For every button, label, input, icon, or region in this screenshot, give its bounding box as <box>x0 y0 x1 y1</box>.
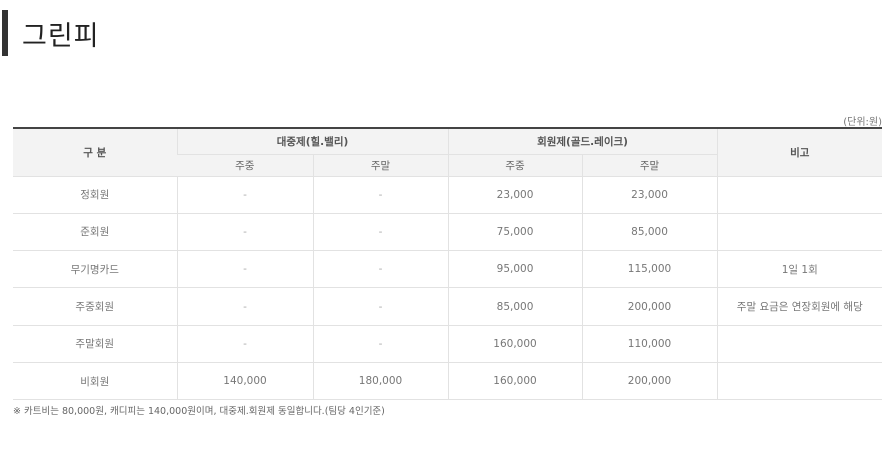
public-weekend-fee: - <box>312 176 449 214</box>
public-weekday-fee: - <box>176 250 313 289</box>
member-weekday-fee: 160,000 <box>447 362 583 401</box>
header-public-weekend: 주말 <box>312 154 449 177</box>
public-weekday-fee: - <box>176 325 313 363</box>
table-row: 비회원 140,000 180,000 160,000 200,000 <box>13 362 883 401</box>
member-weekday-fee: 23,000 <box>447 176 583 214</box>
header-member-weekday: 주중 <box>447 154 583 177</box>
header-member-weekend: 주말 <box>581 154 718 177</box>
remarks-cell <box>716 325 883 363</box>
table-body: 정회원 - - 23,000 23,000 준회원 - - 75,000 85,… <box>13 176 883 401</box>
public-weekend-fee: - <box>312 213 449 252</box>
table-row: 무기명카드 - - 95,000 115,000 1일 1회 <box>13 250 883 289</box>
remarks-cell: 1일 1회 <box>716 250 883 289</box>
public-weekend-fee: 180,000 <box>312 362 449 401</box>
public-weekday-fee: - <box>176 287 313 326</box>
remarks-cell <box>716 213 883 252</box>
row-name: 주중회원 <box>13 287 177 326</box>
table-header: 구 분 대중제(힐.밸리) 회원제(골드.레이크) 비고 주중 주말 주중 주말 <box>13 128 883 177</box>
row-name: 무기명카드 <box>13 250 177 289</box>
public-weekday-fee: - <box>176 213 313 252</box>
member-weekend-fee: 200,000 <box>581 362 718 401</box>
row-name: 정회원 <box>13 176 177 214</box>
table-row: 주말회원 - - 160,000 110,000 <box>13 325 883 363</box>
table-row: 정회원 - - 23,000 23,000 <box>13 176 883 214</box>
header-category: 구 분 <box>13 128 177 177</box>
table-row: 주중회원 - - 85,000 200,000 주말 요금은 연장회원에 해당 <box>13 287 883 326</box>
header-public-group: 대중제(힐.밸리) <box>176 128 449 155</box>
remarks-cell: 주말 요금은 연장회원에 해당 <box>716 287 883 326</box>
member-weekday-fee: 85,000 <box>447 287 583 326</box>
member-weekend-fee: 23,000 <box>581 176 718 214</box>
member-weekday-fee: 160,000 <box>447 325 583 363</box>
row-name: 준회원 <box>13 213 177 252</box>
public-weekday-fee: - <box>176 176 313 214</box>
page-title: 그린피 <box>22 20 100 52</box>
public-weekday-fee: 140,000 <box>176 362 313 401</box>
row-name: 비회원 <box>13 362 177 401</box>
header-remarks: 비고 <box>716 128 883 177</box>
unit-label: (단위:원) <box>843 117 882 128</box>
page-title-block: 그린피 <box>2 10 100 56</box>
remarks-cell <box>716 362 883 401</box>
public-weekend-fee: - <box>312 250 449 289</box>
row-name: 주말회원 <box>13 325 177 363</box>
public-weekend-fee: - <box>312 287 449 326</box>
remarks-cell <box>716 176 883 214</box>
title-accent-bar <box>2 10 8 56</box>
green-fee-table: 구 분 대중제(힐.밸리) 회원제(골드.레이크) 비고 주중 주말 주중 주말… <box>13 127 883 401</box>
member-weekday-fee: 75,000 <box>447 213 583 252</box>
public-weekend-fee: - <box>312 325 449 363</box>
member-weekend-fee: 200,000 <box>581 287 718 326</box>
header-public-weekday: 주중 <box>177 154 313 177</box>
footnote: ※ 카트비는 80,000원, 캐디피는 140,000원이며, 대중제.회원제… <box>13 406 385 417</box>
member-weekend-fee: 115,000 <box>581 250 718 289</box>
header-member-group: 회원제(골드.레이크) <box>447 128 718 155</box>
member-weekend-fee: 110,000 <box>581 325 718 363</box>
table-row: 준회원 - - 75,000 85,000 <box>13 213 883 252</box>
member-weekend-fee: 85,000 <box>581 213 718 252</box>
member-weekday-fee: 95,000 <box>447 250 583 289</box>
